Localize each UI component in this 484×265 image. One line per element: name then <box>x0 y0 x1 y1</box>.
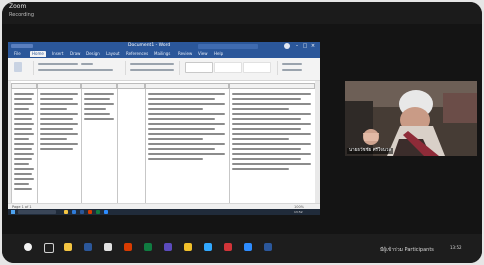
edge-icon[interactable] <box>72 210 76 214</box>
style-heading-1[interactable] <box>243 62 271 73</box>
paste-icon[interactable] <box>14 62 22 72</box>
word-titlebar: Document1 - Word – □ × <box>8 42 320 50</box>
system-tray-clock: 13:52 <box>450 245 462 250</box>
chrome-icon[interactable] <box>104 243 112 251</box>
replace-button[interactable] <box>282 69 302 71</box>
table-column <box>229 89 315 203</box>
font-group <box>35 61 126 75</box>
minimize-icon[interactable]: – <box>294 43 300 49</box>
font-size-box[interactable] <box>81 63 93 65</box>
recording-label: Recording <box>9 12 35 18</box>
table-column <box>81 89 117 203</box>
word-document-title: Document1 - Word <box>128 43 171 48</box>
zoom-icon[interactable] <box>104 210 108 214</box>
search-icon[interactable] <box>24 243 32 251</box>
table-column <box>11 89 37 203</box>
tab-mailings[interactable]: Mailings <box>154 51 170 57</box>
align-buttons[interactable] <box>130 69 174 71</box>
list-buttons[interactable] <box>130 63 174 65</box>
zoom-bottom-bar: มีผู้เข้าร่วม Participants 13:52 <box>2 234 482 263</box>
styles-group <box>181 61 278 75</box>
zoom-icon[interactable] <box>244 243 252 251</box>
tab-insert[interactable]: Insert <box>52 51 63 57</box>
tab-view[interactable]: View <box>198 51 208 57</box>
powerpoint-icon[interactable] <box>124 243 132 251</box>
word-icon[interactable] <box>80 210 84 214</box>
zoom-top-bar: Zoom Recording <box>2 2 482 24</box>
tab-file[interactable]: File <box>14 51 21 57</box>
word-icon[interactable] <box>84 243 92 251</box>
font-format-buttons[interactable] <box>38 69 113 71</box>
word-ribbon <box>8 58 320 81</box>
table-body <box>11 89 315 203</box>
zoom-window: Zoom Recording Document1 - Word – □ × Fi… <box>2 2 482 263</box>
tab-draw[interactable]: Draw <box>70 51 80 57</box>
media-icon[interactable] <box>224 243 232 251</box>
quick-access-toolbar[interactable] <box>11 44 33 48</box>
excel-icon[interactable] <box>144 243 152 251</box>
participant-video-image <box>345 81 477 156</box>
editing-group <box>279 61 315 75</box>
participant-video[interactable]: นายธวัชชัย ศรีใจนวล <box>345 81 477 156</box>
outlook-icon[interactable] <box>264 243 272 251</box>
excel-icon[interactable] <box>96 210 100 214</box>
tab-review[interactable]: Review <box>178 51 192 57</box>
participants-label[interactable]: มีผู้เข้าร่วม Participants <box>380 247 434 254</box>
word-menu-bar: File Home Insert Draw Design Layout Refe… <box>8 50 320 58</box>
zoom-app-label: Zoom <box>9 3 27 10</box>
table-column <box>37 89 81 203</box>
search-icon[interactable] <box>198 43 258 49</box>
paragraph-group <box>127 61 180 75</box>
windows-taskbar: 13:52 <box>8 209 320 215</box>
teams-icon[interactable] <box>164 243 172 251</box>
table-column <box>117 89 145 203</box>
document-page[interactable] <box>11 81 315 203</box>
tab-design[interactable]: Design <box>86 51 100 57</box>
tab-home[interactable]: Home <box>30 51 46 57</box>
tab-help[interactable]: Help <box>214 51 223 57</box>
task-view-icon[interactable] <box>44 243 54 253</box>
shared-screen: Document1 - Word – □ × File Home Insert … <box>8 42 320 215</box>
avatar[interactable] <box>284 43 290 49</box>
table-column <box>145 89 229 203</box>
powerpoint-icon[interactable] <box>88 210 92 214</box>
tab-layout[interactable]: Layout <box>106 51 120 57</box>
close-icon[interactable]: × <box>310 43 316 49</box>
taskbar-search-box[interactable] <box>18 210 56 214</box>
find-button[interactable] <box>282 63 302 65</box>
tab-references[interactable]: References <box>126 51 148 57</box>
style-no-spacing[interactable] <box>214 62 242 73</box>
file-explorer-icon[interactable] <box>64 210 68 214</box>
style-normal[interactable] <box>185 62 213 73</box>
font-name-box[interactable] <box>38 63 78 65</box>
folder-icon[interactable] <box>64 243 72 251</box>
taskbar-clock: 13:52 <box>294 210 303 214</box>
clipboard-group <box>11 61 34 75</box>
windows-start-icon[interactable] <box>11 210 15 214</box>
maximize-icon[interactable]: □ <box>302 43 308 49</box>
cloud-icon[interactable] <box>204 243 212 251</box>
document-canvas <box>8 81 320 203</box>
notes-icon[interactable] <box>184 243 192 251</box>
participant-name: นายธวัชชัย ศรีใจนวล <box>347 148 394 154</box>
